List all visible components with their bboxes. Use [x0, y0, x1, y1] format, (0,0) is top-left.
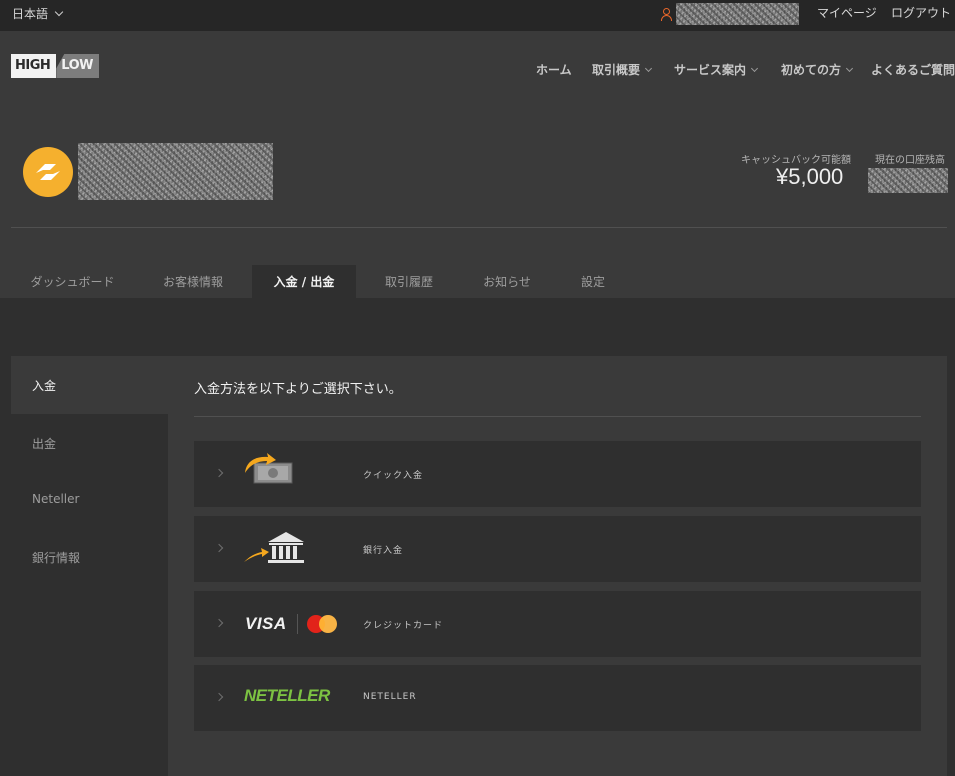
chevron-down-icon: [845, 64, 854, 72]
logo-low: LOW: [56, 54, 99, 78]
method-credit-card[interactable]: VISA クレジットカード: [194, 591, 921, 657]
redacted-username: [676, 3, 799, 25]
chevron-right-icon: [214, 468, 224, 478]
method-label: クレジットカード: [363, 621, 444, 631]
method-bank-deposit[interactable]: 銀行入金: [194, 516, 921, 582]
nav-label: サービス案内: [674, 63, 747, 77]
tab-label: 入金 / 出金: [273, 275, 335, 289]
sidebar-item-label: Neteller: [32, 492, 80, 506]
chevron-right-icon: [214, 692, 224, 702]
chevron-right-icon: [214, 618, 224, 628]
nav-label: よくあるご質問: [871, 63, 955, 77]
nav-trading-overview[interactable]: 取引概要: [592, 61, 653, 78]
page-title: 入金方法を以下よりご選択下さい。: [194, 382, 402, 397]
divider: [11, 227, 947, 228]
sidebar-item-label: 入金: [32, 378, 57, 393]
chevron-down-icon: [750, 64, 759, 72]
user-icon: [660, 7, 673, 21]
mastercard-icon: [307, 615, 337, 633]
user-account-link[interactable]: [660, 3, 799, 25]
method-label: NETELLER: [363, 692, 417, 702]
sidebar-item-deposit[interactable]: 入金: [11, 356, 168, 414]
nav-label: 取引概要: [592, 63, 641, 77]
chevron-down-icon: [644, 64, 653, 72]
logout-link[interactable]: ログアウト: [891, 4, 951, 21]
method-label: 銀行入金: [363, 546, 404, 556]
tab-label: 取引履歴: [384, 275, 433, 289]
tab-notices[interactable]: お知らせ: [464, 265, 550, 298]
logo-high: HIGH: [11, 54, 57, 78]
sidebar-item-bank-info[interactable]: 銀行情報: [11, 528, 168, 586]
nav-label: ホーム: [536, 63, 572, 77]
tab-customer-info[interactable]: お客様情報: [146, 265, 240, 298]
highlow-logo[interactable]: HIGH LOW: [11, 54, 99, 78]
sidebar-item-label: 出金: [32, 436, 57, 451]
chevron-right-icon: [214, 543, 224, 553]
nav-services[interactable]: サービス案内: [674, 61, 759, 78]
divider: [194, 416, 921, 417]
tab-label: 設定: [580, 275, 605, 289]
method-neteller[interactable]: NETELLER NETELLER: [194, 665, 921, 731]
nav-home[interactable]: ホーム: [536, 61, 572, 78]
sidebar-item-label: 銀行情報: [32, 550, 81, 565]
method-quick-deposit[interactable]: クイック入金: [194, 441, 921, 507]
top-bar: 日本語 マイページ ログアウト: [0, 0, 955, 31]
tab-settings[interactable]: 設定: [560, 265, 626, 298]
balance-label: 現在の口座残高: [875, 155, 945, 166]
quick-deposit-icon: [242, 451, 352, 497]
deposit-sidebar: 入金 出金 Neteller 銀行情報: [11, 356, 168, 776]
neteller-logo-text: NETELLER: [244, 686, 330, 705]
method-label: クイック入金: [363, 471, 424, 481]
exchange-arrows-icon: [36, 164, 60, 180]
cashback-value: ¥5,000: [776, 164, 844, 189]
account-panel: キャッシュバック可能額 ¥5,000 現在の口座残高 ダッシュボード お客様情報…: [0, 102, 955, 298]
tab-label: お客様情報: [162, 275, 223, 289]
sidebar-item-neteller[interactable]: Neteller: [11, 470, 168, 528]
main-header: HIGH LOW ホーム 取引概要 サービス案内 初めての方 よくあるご質問: [0, 31, 955, 102]
nav-label: 初めての方: [781, 63, 842, 77]
tab-trade-history[interactable]: 取引履歴: [366, 265, 452, 298]
language-selector[interactable]: 日本語: [12, 5, 64, 22]
tab-label: ダッシュボード: [30, 275, 115, 289]
chevron-down-icon: [54, 7, 64, 16]
tab-deposit-withdraw[interactable]: 入金 / 出金: [252, 265, 356, 298]
redacted-balance: [868, 168, 948, 193]
avatar: [23, 147, 73, 197]
nav-faq[interactable]: よくあるご質問: [871, 61, 955, 78]
visa-mastercard-logo: VISA: [242, 601, 352, 647]
tab-dashboard[interactable]: ダッシュボード: [11, 265, 134, 298]
tab-label: お知らせ: [483, 275, 531, 289]
nav-beginners[interactable]: 初めての方: [781, 61, 854, 78]
mypage-link[interactable]: マイページ: [817, 4, 877, 21]
language-label: 日本語: [12, 7, 49, 21]
sidebar-item-withdraw[interactable]: 出金: [11, 414, 168, 472]
visa-logo: VISA: [245, 614, 287, 633]
bank-icon: [242, 526, 352, 572]
neteller-logo: NETELLER: [242, 675, 352, 721]
redacted-account-name: [78, 143, 273, 200]
